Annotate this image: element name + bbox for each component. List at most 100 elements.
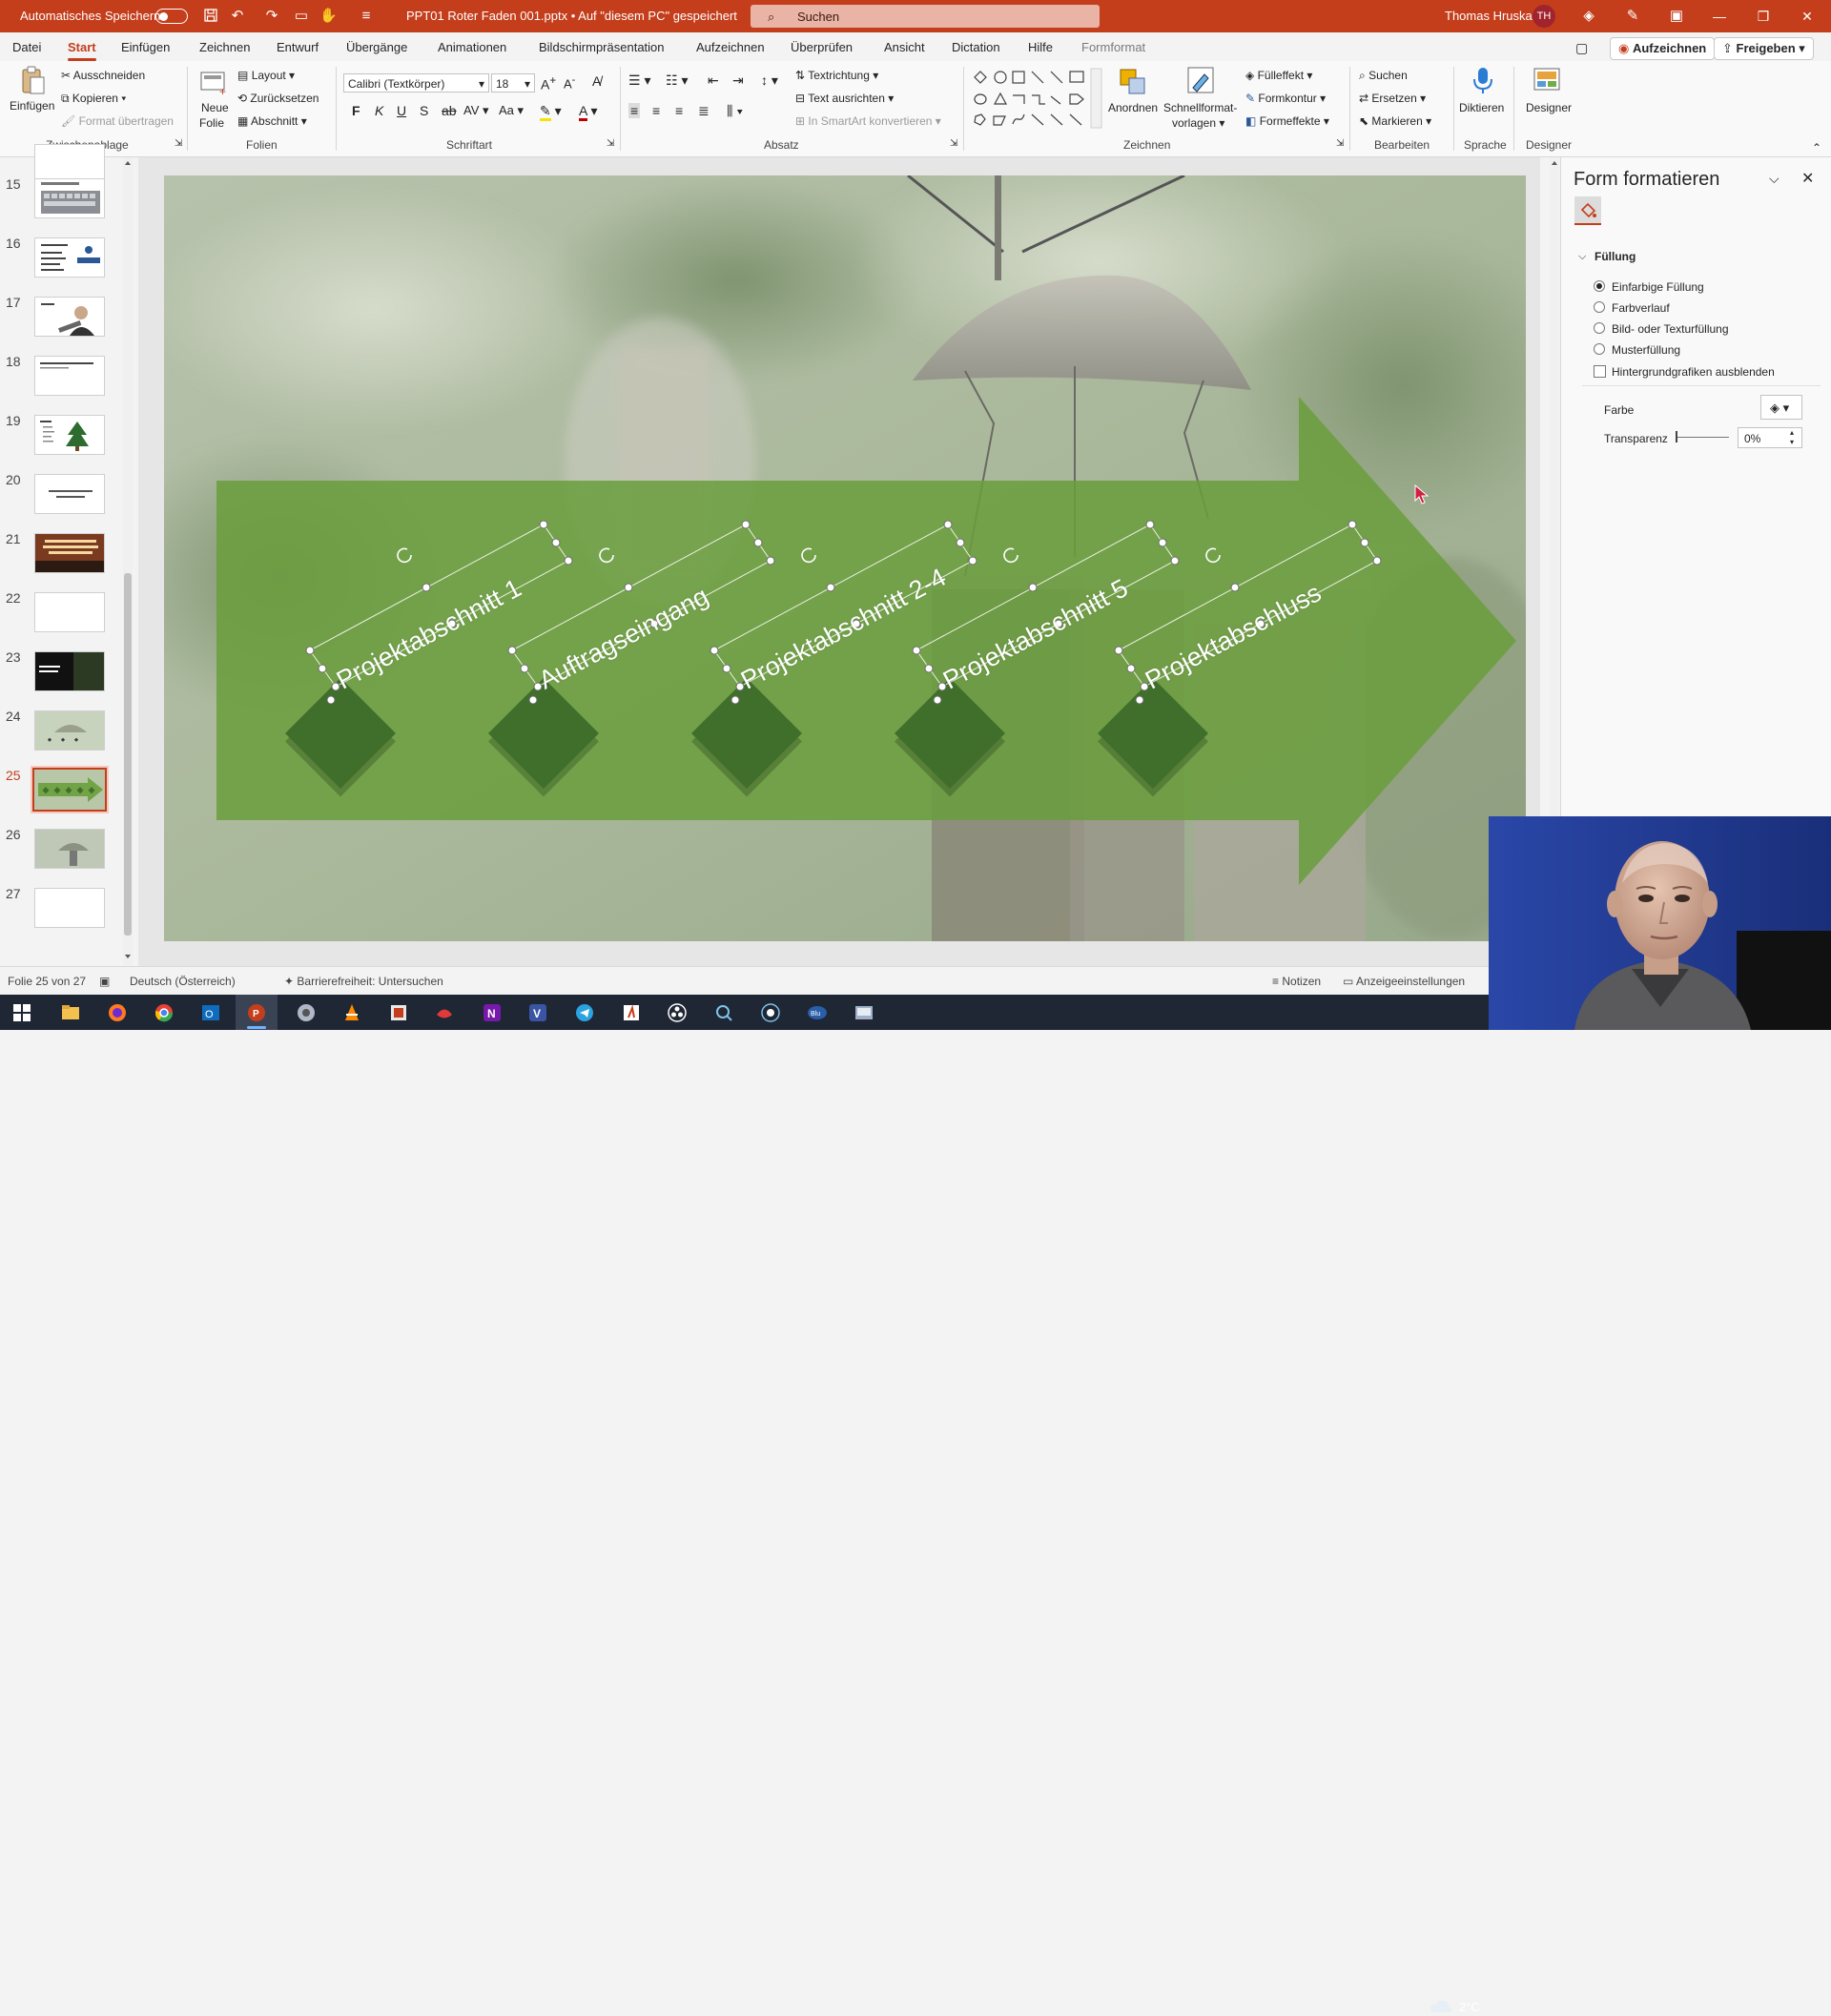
select-button[interactable]: ⬉ Markieren ▾ (1359, 114, 1431, 128)
font-launcher-icon[interactable]: ⇲ (607, 138, 614, 149)
columns-icon[interactable]: ⫼ ▾ (727, 103, 743, 119)
slide-thumbnail[interactable] (34, 651, 105, 691)
record-button[interactable]: ◉ Aufzeichnen (1610, 37, 1716, 60)
slide-thumbnail[interactable] (34, 592, 105, 632)
quick-styles-icon[interactable] (1185, 65, 1216, 95)
redo-icon[interactable]: ↷ (263, 8, 280, 25)
increase-indent-icon[interactable]: ⇥ (732, 72, 744, 89)
slide-canvas[interactable]: Projektabschnitt 1 Auftragseingang Proje… (164, 175, 1526, 941)
italic-icon[interactable]: K (375, 103, 383, 118)
designer-icon[interactable] (1532, 65, 1562, 95)
tab-entwurf[interactable]: Entwurf (277, 40, 319, 54)
collapse-ribbon-icon[interactable]: ⌃ (1812, 141, 1821, 154)
slide-thumbnail[interactable] (34, 829, 105, 869)
arrange-icon[interactable] (1118, 67, 1148, 97)
highlight-icon[interactable]: ✎ ▾ (540, 103, 562, 121)
restore-icon[interactable]: ❐ (1754, 7, 1773, 26)
autosave-toggle[interactable] (155, 9, 188, 24)
font-name-combo[interactable]: Calibri (Textkörper) ▾ (343, 73, 489, 93)
file-explorer-icon[interactable] (60, 1002, 81, 1023)
outlook-icon[interactable]: O (200, 1002, 221, 1023)
paragraph-launcher-icon[interactable]: ⇲ (950, 138, 957, 149)
slide-thumbnail[interactable] (34, 888, 105, 928)
user-name[interactable]: Thomas Hruska (1445, 9, 1533, 23)
tab-formformat[interactable]: Formformat (1081, 40, 1145, 54)
app-icon[interactable] (760, 1002, 781, 1023)
tab-ueberpruefen[interactable]: Überprüfen (791, 40, 853, 54)
align-text-button[interactable]: ⊟ Text ausrichten ▾ (795, 92, 894, 105)
cut-button[interactable]: ✂ Ausschneiden (61, 69, 145, 82)
shapes-gallery[interactable] (973, 67, 1102, 130)
line-spacing-icon[interactable]: ↕ ▾ (761, 72, 778, 89)
slide-thumbnail[interactable] (34, 474, 105, 514)
firefox-icon[interactable] (107, 1002, 128, 1023)
shrink-font-icon[interactable]: A- (564, 74, 575, 91)
font-color-icon[interactable]: A ▾ (579, 103, 598, 121)
vlc-icon[interactable] (341, 1002, 362, 1023)
slide-thumbnail-selected[interactable] (31, 766, 109, 813)
tab-bildschirmpraesentation[interactable]: Bildschirmpräsentation (539, 40, 665, 54)
windows-start-icon[interactable] (11, 1002, 32, 1023)
section-button[interactable]: ▦ Abschnitt ▾ (237, 114, 307, 128)
app-icon[interactable] (388, 1002, 409, 1023)
font-size-combo[interactable]: 18 ▾ (491, 73, 535, 93)
customize-toolbar-icon[interactable]: ≡ (358, 8, 375, 25)
new-slide-label[interactable]: Neue (201, 101, 229, 114)
document-title[interactable]: PPT01 Roter Faden 001.pptx • Auf "diesem… (406, 9, 737, 23)
telegram-icon[interactable] (574, 1002, 595, 1023)
quick-styles-label-2[interactable]: vorlagen ▾ (1172, 116, 1224, 130)
app-icon[interactable] (854, 1002, 874, 1023)
tab-hilfe[interactable]: Hilfe (1028, 40, 1053, 54)
option-gradient-fill[interactable]: Farbverlauf (1612, 301, 1670, 315)
slide-thumbnail[interactable] (34, 178, 105, 218)
decrease-indent-icon[interactable]: ⇤ (708, 72, 719, 89)
quick-styles-label[interactable]: Schnellformat- (1163, 101, 1237, 114)
designer-label[interactable]: Designer (1526, 101, 1572, 114)
slide-thumbnail[interactable] (34, 237, 105, 278)
ribbon-display-icon[interactable]: ▣ (1668, 8, 1685, 25)
tab-uebergaenge[interactable]: Übergänge (346, 40, 407, 54)
language-indicator[interactable]: Deutsch (Österreich) (130, 975, 236, 988)
shape-fill-button[interactable]: ◈ Fülleffekt ▾ (1245, 69, 1312, 82)
minimize-icon[interactable]: — (1710, 7, 1729, 26)
notes-button[interactable]: ≡ Notizen (1272, 975, 1321, 988)
accessibility-button[interactable]: ✦ Barrierefreiheit: Untersuchen (284, 975, 443, 988)
underline-icon[interactable]: U (397, 103, 406, 118)
case-icon[interactable]: Aa ▾ (499, 103, 524, 118)
paste-label[interactable]: Einfügen (10, 99, 54, 113)
hide-background-checkbox[interactable] (1594, 365, 1606, 378)
app-icon[interactable] (296, 1002, 317, 1023)
fill-line-tab[interactable] (1574, 196, 1601, 225)
close-pane-icon[interactable]: ✕ (1801, 169, 1814, 188)
drawing-launcher-icon[interactable]: ⇲ (1336, 138, 1344, 149)
thumbnail-scrollbar[interactable] (123, 157, 133, 966)
tab-zeichnen[interactable]: Zeichnen (199, 40, 250, 54)
pen-icon[interactable]: ✎ (1624, 8, 1641, 25)
microphone-icon[interactable] (1468, 65, 1498, 95)
tab-datei[interactable]: Datei (12, 40, 41, 54)
layout-button[interactable]: ▤ Layout ▾ (237, 69, 295, 82)
slide-thumbnail[interactable] (34, 356, 105, 396)
option-solid-fill[interactable]: Einfarbige Füllung (1612, 280, 1704, 294)
text-direction-button[interactable]: ⇅ Textrichtung ▾ (795, 69, 878, 82)
save-icon[interactable] (202, 8, 219, 25)
app-icon[interactable]: Blu (807, 1002, 828, 1023)
align-right-icon[interactable]: ≡ (675, 103, 683, 118)
tab-ansicht[interactable]: Ansicht (884, 40, 925, 54)
clipboard-launcher-icon[interactable]: ⇲ (175, 138, 182, 149)
tab-animationen[interactable]: Animationen (438, 40, 506, 54)
radio-gradient-fill[interactable] (1594, 301, 1605, 313)
slide-thumbnail[interactable] (34, 710, 105, 751)
grow-font-icon[interactable]: A+ (541, 74, 556, 93)
spacing-icon[interactable]: AV ▾ (463, 103, 489, 118)
tab-einfuegen[interactable]: Einfügen (121, 40, 170, 54)
transparency-slider[interactable] (1676, 437, 1729, 438)
replace-button[interactable]: ⇄ Ersetzen ▾ (1359, 92, 1426, 105)
onenote-icon[interactable]: N (482, 1002, 503, 1023)
tab-aufzeichnen[interactable]: Aufzeichnen (696, 40, 765, 54)
color-picker-button[interactable]: ◈ ▾ (1760, 395, 1802, 420)
tab-start[interactable]: Start (68, 40, 96, 61)
share-button[interactable]: ⇪ Freigeben ▾ (1714, 37, 1814, 60)
powerpoint-taskbar-active[interactable]: P (236, 995, 278, 1030)
diamond-icon[interactable]: ◈ (1580, 8, 1597, 25)
